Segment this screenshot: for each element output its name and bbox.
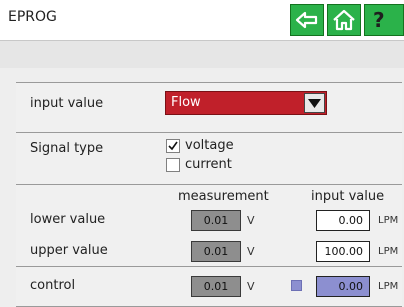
lower-input-unit: LPM: [378, 215, 399, 226]
current-label: current: [185, 157, 232, 172]
input-value-selected: Flow: [171, 95, 201, 110]
arrow-left-icon: [295, 11, 318, 29]
dropdown-arrow[interactable]: [304, 93, 325, 113]
measurement-header: measurement: [178, 189, 269, 204]
control-input-field[interactable]: 0.00: [316, 276, 370, 297]
input-value-select[interactable]: Flow: [165, 91, 327, 115]
back-button[interactable]: [290, 4, 324, 36]
control-unit: V: [247, 280, 255, 293]
triangle-down-icon: [308, 98, 321, 108]
upper-input-field[interactable]: 100.00: [316, 241, 370, 262]
upper-input-unit: LPM: [378, 246, 399, 257]
lower-value-label: lower value: [30, 212, 106, 227]
upper-value-label: upper value: [30, 243, 108, 258]
control-indicator: [291, 280, 302, 291]
check-icon: [168, 141, 178, 151]
home-button[interactable]: [327, 4, 361, 36]
lower-measurement: 0.01: [191, 210, 241, 231]
lower-unit: V: [247, 214, 255, 227]
current-checkbox[interactable]: [166, 158, 180, 172]
help-button[interactable]: ?: [364, 4, 404, 36]
toolbar-strip: [0, 40, 404, 68]
control-input-unit: LPM: [378, 281, 399, 292]
control-measurement: 0.01: [191, 276, 241, 297]
upper-measurement: 0.01: [191, 241, 241, 262]
upper-unit: V: [247, 245, 255, 258]
signal-type-label: Signal type: [30, 141, 104, 156]
home-icon: [333, 9, 355, 31]
input-value-label: input value: [30, 96, 104, 111]
voltage-checkbox[interactable]: [166, 139, 180, 153]
title-bar: EPROG ?: [0, 0, 404, 40]
page-title: EPROG: [8, 9, 57, 25]
input-value-header: input value: [311, 189, 385, 204]
lower-input-field[interactable]: 0.00: [316, 210, 370, 231]
control-label: control: [30, 278, 76, 293]
question-icon: ?: [373, 8, 385, 32]
voltage-label: voltage: [185, 138, 234, 153]
